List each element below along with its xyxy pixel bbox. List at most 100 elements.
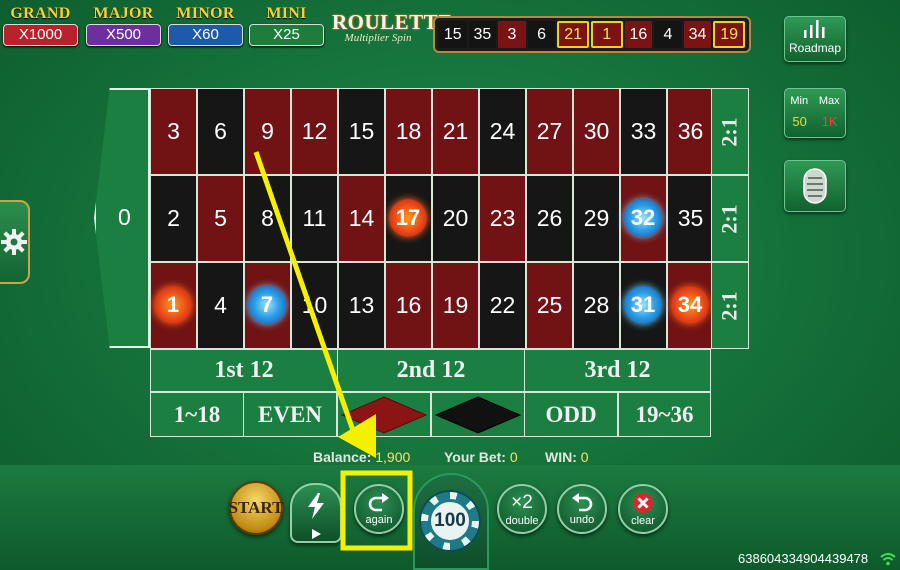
start-button[interactable]: START xyxy=(229,481,283,535)
again-label: again xyxy=(365,513,393,526)
ice-multiplier-orb: 31 xyxy=(624,286,662,324)
double-icon: ×2 xyxy=(511,491,533,513)
column-bet-top[interactable]: 2:1 xyxy=(711,88,749,175)
column-bet-label: 2:1 xyxy=(716,116,742,147)
number-cell-8[interactable]: 8 xyxy=(244,175,291,262)
bet-high[interactable]: 19~36 xyxy=(618,392,711,437)
red-diamond-icon xyxy=(340,395,428,434)
jackpot-label: MINOR xyxy=(176,5,235,22)
chip-stack-button[interactable] xyxy=(784,160,846,212)
balance-status: Balance: 1,900 xyxy=(313,449,410,465)
again-button[interactable]: again xyxy=(354,484,404,534)
number-cell-2[interactable]: 2 xyxy=(150,175,197,262)
number-cell-9[interactable]: 9 xyxy=(244,88,291,175)
settings-button[interactable] xyxy=(0,200,30,284)
column-bet-middle[interactable]: 2:1 xyxy=(711,175,749,262)
number-cell-15[interactable]: 15 xyxy=(338,88,385,175)
win-status: WIN: 0 xyxy=(545,449,589,465)
chip-100[interactable]: 100 xyxy=(419,490,481,552)
clear-button[interactable]: clear xyxy=(618,484,668,534)
jackpot-value: X1000 xyxy=(3,24,78,46)
dozen-1st[interactable]: 1st 12 xyxy=(150,349,338,392)
roadmap-label: Roadmap xyxy=(788,41,842,55)
history-result: 19 xyxy=(713,21,745,48)
number-cell-11[interactable]: 11 xyxy=(291,175,338,262)
history-result: 21 xyxy=(557,21,589,48)
number-cell-12[interactable]: 12 xyxy=(291,88,338,175)
ice-multiplier-orb: 7 xyxy=(248,286,286,324)
number-cell-19[interactable]: 19 xyxy=(432,262,479,349)
bet-low[interactable]: 1~18 xyxy=(150,392,244,437)
zero-number: 0 xyxy=(118,204,131,230)
logo-subtitle: Multiplier Spin xyxy=(344,32,412,44)
fire-multiplier-orb: 34 xyxy=(671,286,709,324)
bet-label: Your Bet: xyxy=(444,449,506,465)
min-value: 50 xyxy=(792,114,807,129)
chip-stack-icon xyxy=(803,168,827,204)
number-cell-33[interactable]: 33 xyxy=(620,88,667,175)
black-diamond-icon xyxy=(434,395,522,434)
roadmap-button[interactable]: Roadmap xyxy=(784,16,846,62)
number-cell-23[interactable]: 23 xyxy=(479,175,526,262)
fire-multiplier-orb: 1 xyxy=(154,286,192,324)
bet-odd[interactable]: ODD xyxy=(524,392,618,437)
game-logo: ROULETTE Multiplier Spin xyxy=(332,10,452,44)
number-cell-3[interactable]: 3 xyxy=(150,88,197,175)
double-label: double xyxy=(505,514,539,527)
number-cell-20[interactable]: 20 xyxy=(432,175,479,262)
dozen-3rd[interactable]: 3rd 12 xyxy=(524,349,711,392)
number-cell-22[interactable]: 22 xyxy=(479,262,526,349)
balance-value: 1,900 xyxy=(375,449,411,465)
number-cell-16[interactable]: 16 xyxy=(385,262,432,349)
column-bet-label: 2:1 xyxy=(716,290,742,321)
column-bet-bottom[interactable]: 2:1 xyxy=(711,262,749,349)
number-cell-30[interactable]: 30 xyxy=(573,88,620,175)
column-bet-label: 2:1 xyxy=(716,203,742,234)
turbo-button[interactable] xyxy=(290,483,342,543)
history-result: 6 xyxy=(527,21,556,48)
number-cell-24[interactable]: 24 xyxy=(479,88,526,175)
number-cell-14[interactable]: 14 xyxy=(338,175,385,262)
jackpot-label: MAJOR xyxy=(93,5,154,22)
number-cell-6[interactable]: 6 xyxy=(197,88,244,175)
number-cell-25[interactable]: 25 xyxy=(526,262,573,349)
close-icon xyxy=(633,492,653,513)
bar-chart-icon xyxy=(804,20,825,38)
number-cell-26[interactable]: 26 xyxy=(526,175,573,262)
fire-multiplier-orb: 17 xyxy=(389,199,427,237)
undo-icon xyxy=(572,492,593,511)
number-cell-21[interactable]: 21 xyxy=(432,88,479,175)
min-label: Min xyxy=(790,95,809,107)
number-cell-29[interactable]: 29 xyxy=(573,175,620,262)
ice-multiplier-orb: 32 xyxy=(624,199,662,237)
win-label: WIN: xyxy=(545,449,577,465)
bet-limits-panel[interactable]: Min Max 50 1K xyxy=(784,88,846,138)
history-result: 34 xyxy=(683,21,712,48)
balance-label: Balance: xyxy=(313,449,372,465)
number-cell-5[interactable]: 5 xyxy=(197,175,244,262)
play-icon xyxy=(312,529,321,539)
jackpot-major: MAJOR X500 xyxy=(86,5,161,46)
bet-even[interactable]: EVEN xyxy=(243,392,337,437)
session-id: 638604334904439478 xyxy=(738,551,868,566)
number-cell-18[interactable]: 18 xyxy=(385,88,432,175)
bet-red[interactable] xyxy=(337,392,431,437)
max-label: Max xyxy=(818,95,840,107)
jackpot-minor: MINOR X60 xyxy=(168,5,243,46)
undo-button[interactable]: undo xyxy=(557,484,607,534)
number-cell-10[interactable]: 10 xyxy=(291,262,338,349)
number-cell-27[interactable]: 27 xyxy=(526,88,573,175)
dozen-2nd[interactable]: 2nd 12 xyxy=(337,349,525,392)
number-cell-13[interactable]: 13 xyxy=(338,262,385,349)
session-id-text: 638604334904439478 xyxy=(738,551,869,566)
number-cell-28[interactable]: 28 xyxy=(573,262,620,349)
number-cell-4[interactable]: 4 xyxy=(197,262,244,349)
bet-status: Your Bet: 0 xyxy=(444,449,518,465)
jackpot-label: MINI xyxy=(266,5,307,22)
history-result: 16 xyxy=(624,21,653,48)
jackpot-value: X60 xyxy=(168,24,243,46)
number-cell-36[interactable]: 36 xyxy=(667,88,714,175)
bet-black[interactable] xyxy=(431,392,525,437)
number-cell-35[interactable]: 35 xyxy=(667,175,714,262)
double-button[interactable]: ×2 double xyxy=(497,484,547,534)
